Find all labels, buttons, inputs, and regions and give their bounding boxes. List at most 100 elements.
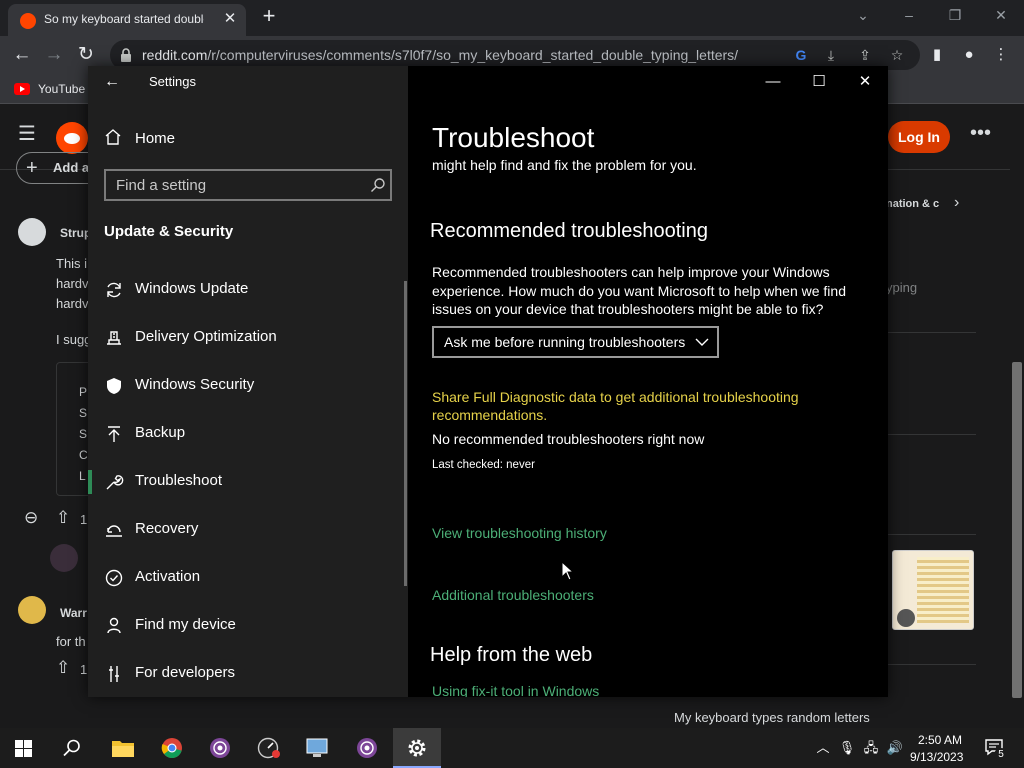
nav-label: Backup — [135, 424, 186, 441]
search-icon[interactable] — [370, 177, 386, 193]
tray-overflow-icon[interactable]: ︿ — [814, 739, 832, 757]
file-explorer-icon[interactable] — [111, 738, 135, 758]
chevron-down-icon — [695, 338, 709, 346]
diagnostic-data-link[interactable]: Share Full Diagnostic data to get additi… — [432, 388, 852, 424]
post-thumbnail[interactable] — [892, 550, 974, 630]
thumbnail-image — [917, 557, 969, 623]
forward-button[interactable]: → — [42, 44, 66, 66]
settings-back-button[interactable]: ← — [102, 72, 122, 92]
upvote-icon[interactable]: ⇧ — [56, 658, 70, 678]
shield-icon — [107, 378, 121, 394]
nav-delivery-optimization[interactable]: Delivery Optimization — [88, 314, 404, 362]
microphone-icon[interactable]: 🎙 — [838, 739, 856, 757]
windows-start-icon[interactable] — [15, 740, 32, 757]
comment-line: hardv — [56, 296, 89, 311]
last-checked-text: Last checked: never — [432, 459, 535, 471]
new-tab-button[interactable]: + — [258, 5, 280, 28]
home-icon[interactable] — [104, 128, 122, 146]
page-scrollbar-thumb[interactable] — [1012, 362, 1022, 698]
tor-browser-icon[interactable] — [356, 737, 378, 759]
settings-search-input[interactable] — [116, 176, 356, 194]
chevron-right-icon[interactable]: › — [954, 194, 959, 212]
remote-desktop-icon[interactable] — [305, 737, 329, 759]
nav-windows-security[interactable]: Windows Security — [88, 362, 404, 410]
login-button[interactable]: Log In — [888, 121, 950, 153]
reload-button[interactable]: ↻ — [74, 44, 98, 66]
profile-icon[interactable]: ● — [958, 45, 980, 65]
share-icon[interactable]: ⇪ — [856, 47, 874, 63]
settings-minimize-button[interactable]: — — [750, 70, 796, 94]
avatar[interactable] — [18, 596, 46, 624]
settings-gear-icon[interactable] — [406, 737, 428, 759]
nav-find-my-device[interactable]: Find my device — [88, 602, 404, 650]
home-link[interactable]: Home — [135, 130, 175, 147]
nav-backup[interactable]: Backup — [88, 410, 404, 458]
url-text: reddit.com/r/computerviruses/comments/s7… — [142, 47, 792, 63]
more-options-icon[interactable]: ••• — [970, 122, 991, 144]
clock-date[interactable]: 9/13/2023 — [910, 750, 963, 764]
settings-search-box[interactable] — [104, 169, 392, 201]
nav-recovery[interactable]: Recovery — [88, 506, 404, 554]
upvote-icon[interactable]: ⇧ — [56, 508, 70, 528]
reddit-logo-icon[interactable] — [56, 122, 88, 154]
youtube-icon[interactable] — [14, 83, 30, 95]
troubleshooting-history-link[interactable]: View troubleshooting history — [432, 525, 607, 541]
settings-close-button[interactable]: ✕ — [842, 70, 888, 94]
settings-window-title: Settings — [149, 74, 196, 89]
browser-restore-button[interactable]: ❐ — [940, 4, 970, 26]
chrome-icon[interactable] — [161, 737, 183, 759]
browser-close-button[interactable]: ✕ — [986, 4, 1016, 26]
divider — [888, 534, 976, 535]
check-circle-icon — [105, 569, 123, 587]
browser-minimize-button[interactable]: – — [894, 4, 924, 26]
quote-line: C — [79, 448, 88, 462]
nav-activation[interactable]: Activation — [88, 554, 404, 602]
thumbnail-badge-icon — [897, 609, 915, 627]
troubleshoot-content: Troubleshoot might help find and fix the… — [408, 98, 888, 697]
browser-tab[interactable]: So my keyboard started double t ✕ — [8, 4, 246, 36]
developer-tools-icon — [109, 666, 119, 682]
no-recommendations-text: No recommended troubleshooters right now — [432, 431, 705, 447]
comment-line: hardv — [56, 276, 89, 291]
sidebar-scrollbar[interactable] — [404, 281, 407, 586]
tor-browser-icon[interactable] — [209, 737, 231, 759]
bookmark-star-icon[interactable]: ☆ — [888, 47, 906, 63]
tab-close-icon[interactable]: ✕ — [220, 9, 240, 29]
collapse-icon[interactable]: ⊖ — [24, 508, 38, 528]
troubleshooter-preference-select[interactable]: Ask me before running troubleshooters — [432, 326, 719, 358]
search-icon[interactable] — [62, 738, 82, 758]
google-lens-icon[interactable]: G — [792, 47, 810, 63]
additional-troubleshooters-link[interactable]: Additional troubleshooters — [432, 587, 594, 603]
divider — [888, 332, 976, 333]
network-icon[interactable]: 🖧 — [862, 739, 880, 757]
back-button[interactable]: ← — [10, 44, 34, 66]
settings-maximize-button[interactable]: ☐ — [796, 70, 842, 94]
nav-label: Windows Security — [135, 376, 255, 393]
speedometer-app-icon[interactable] — [257, 737, 281, 759]
nav-label: Windows Update — [135, 280, 249, 297]
settings-titlebar[interactable]: ← Settings — ☐ ✕ — [88, 66, 888, 98]
windows-taskbar: ︿ 🎙 🖧 🔊 2:50 AM 9/13/2023 5 — [0, 728, 1024, 768]
volume-icon[interactable]: 🔊 — [886, 739, 904, 757]
comment-author[interactable]: Warr — [60, 606, 87, 620]
install-app-icon[interactable]: ⤓ — [822, 47, 840, 63]
avatar[interactable] — [18, 218, 46, 246]
avatar[interactable] — [50, 544, 78, 572]
related-post-title[interactable]: My keyboard types random letters — [674, 710, 870, 725]
tab-search-icon[interactable]: ⌄ — [848, 4, 878, 26]
nav-windows-update[interactable]: Windows Update — [88, 266, 404, 314]
lock-icon[interactable] — [120, 48, 132, 62]
nav-label: Delivery Optimization — [135, 328, 277, 345]
fixit-tool-link[interactable]: Using fix-it tool in Windows — [432, 683, 599, 697]
hamburger-menu-icon[interactable]: ☰ — [18, 124, 38, 144]
clock-time[interactable]: 2:50 AM — [918, 733, 962, 747]
comment-author[interactable]: Strup — [60, 226, 91, 240]
nav-troubleshoot[interactable]: Troubleshoot — [88, 458, 404, 506]
related-post-title[interactable]: yping — [886, 280, 917, 295]
browser-menu-icon[interactable]: ⋮ — [990, 45, 1012, 65]
bookmark-youtube[interactable]: YouTube — [38, 82, 85, 96]
select-value: Ask me before running troubleshooters — [444, 334, 686, 350]
nav-for-developers[interactable]: For developers — [88, 650, 404, 697]
side-panel-icon[interactable]: ▮ — [926, 45, 948, 65]
sidebar-link[interactable]: nation & c — [886, 198, 939, 210]
